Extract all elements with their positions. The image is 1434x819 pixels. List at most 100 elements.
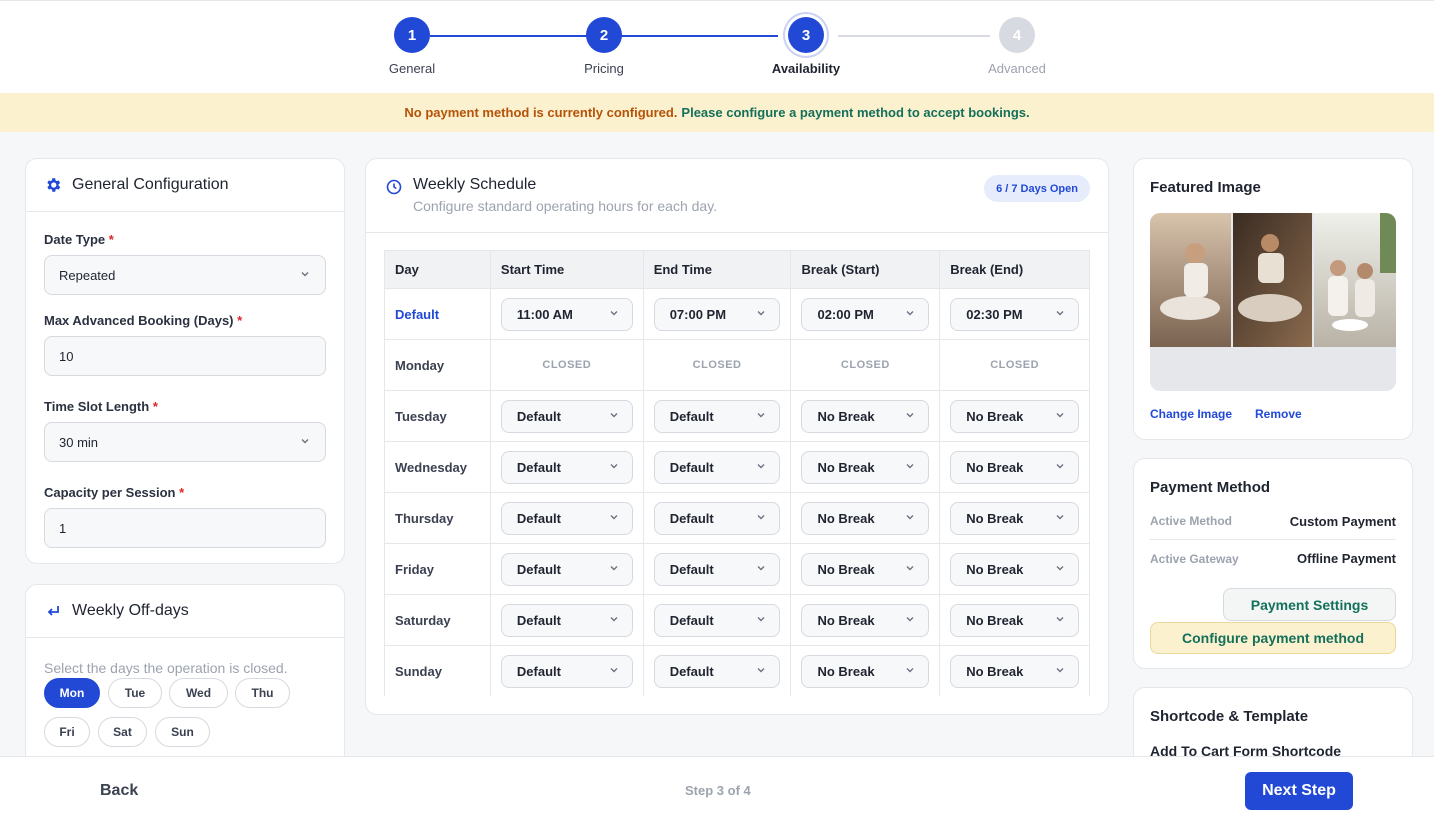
step-availability[interactable]: 3 Availability: [756, 17, 856, 76]
table-row: Saturday Default Default No Break No Bre…: [384, 594, 1090, 646]
step-general[interactable]: 1 General: [362, 17, 462, 76]
closed-label: CLOSED: [489, 339, 644, 391]
chevron-down-icon: [904, 409, 916, 424]
table-row: Default 11:00 AM 07:00 PM 02:00 PM 02:30…: [384, 288, 1090, 340]
payment-method-title: Payment Method: [1150, 479, 1271, 496]
max-booking-input[interactable]: 10: [44, 336, 326, 376]
chevron-down-icon: [755, 664, 767, 679]
break-end-select[interactable]: 02:30 PM: [950, 297, 1079, 331]
end-time-select[interactable]: Default: [653, 501, 781, 535]
step-number: 2: [586, 17, 622, 53]
end-time-select[interactable]: Default: [653, 603, 781, 637]
start-time-select[interactable]: Default: [500, 654, 633, 688]
step-advanced[interactable]: 4 Advanced: [967, 17, 1067, 76]
start-time-select[interactable]: Default: [500, 603, 633, 637]
remove-image-link[interactable]: Remove: [1255, 407, 1302, 421]
chevron-down-icon: [608, 409, 620, 424]
weekly-off-days-card: Weekly Off-days Select the days the oper…: [25, 584, 345, 784]
step-pricing[interactable]: 2 Pricing: [554, 17, 654, 76]
day-cell[interactable]: Default: [384, 288, 491, 340]
break-end-select[interactable]: No Break: [950, 552, 1079, 586]
closed-label: CLOSED: [790, 339, 941, 391]
day-cell: Thursday: [384, 492, 491, 544]
column-header: Start Time: [489, 250, 644, 289]
table-row: Tuesday Default Default No Break No Brea…: [384, 390, 1090, 442]
active-method-row: Active Method Custom Payment: [1150, 503, 1396, 540]
general-configuration-card: General Configuration Date Type * Repeat…: [25, 158, 345, 564]
next-step-button[interactable]: Next Step: [1245, 772, 1353, 810]
break-start-select[interactable]: No Break: [801, 552, 930, 586]
break-start-select[interactable]: No Break: [801, 501, 930, 535]
date-type-label: Date Type *: [44, 232, 114, 247]
day-chip-thu[interactable]: Thu: [235, 678, 290, 708]
table-row: Sunday Default Default No Break No Break: [384, 645, 1090, 696]
chevron-down-icon: [904, 664, 916, 679]
step-label: Availability: [771, 61, 841, 76]
day-cell: Sunday: [384, 645, 491, 696]
day-chip-mon[interactable]: Mon: [44, 678, 100, 708]
schedule-table: Day Start Time End Time Break (Start) Br…: [384, 250, 1090, 696]
break-end-select[interactable]: No Break: [950, 654, 1079, 688]
column-header: Break (End): [939, 250, 1090, 289]
start-time-select[interactable]: Default: [500, 552, 633, 586]
card-title: Weekly Off-days: [72, 602, 189, 619]
break-start-select[interactable]: No Break: [801, 603, 930, 637]
end-time-select[interactable]: Default: [653, 552, 781, 586]
day-chip-sun[interactable]: Sun: [155, 717, 210, 747]
change-image-link[interactable]: Change Image: [1150, 407, 1232, 421]
chevron-down-icon: [755, 307, 767, 322]
step-number: 3: [788, 17, 824, 53]
start-time-select[interactable]: 11:00 AM: [500, 297, 633, 331]
break-start-select[interactable]: No Break: [801, 399, 930, 433]
day-chip-fri[interactable]: Fri: [44, 717, 90, 747]
day-chip-tue[interactable]: Tue: [108, 678, 162, 708]
banner-hint-link[interactable]: Please configure a payment method to acc…: [681, 105, 1029, 120]
stepper: 1 General 2 Pricing 3 Availability 4 Adv…: [0, 0, 1434, 93]
chevron-down-icon: [608, 460, 620, 475]
chevron-down-icon: [299, 268, 311, 283]
chevron-down-icon: [1054, 409, 1066, 424]
chevron-down-icon: [608, 664, 620, 679]
table-row: Friday Default Default No Break No Break: [384, 543, 1090, 595]
end-time-select[interactable]: 07:00 PM: [653, 297, 781, 331]
day-chip-sat[interactable]: Sat: [98, 717, 147, 747]
break-end-select[interactable]: No Break: [950, 399, 1079, 433]
chevron-down-icon: [608, 307, 620, 322]
chevron-down-icon: [755, 562, 767, 577]
break-start-select[interactable]: No Break: [801, 450, 930, 484]
featured-image-frame: [1150, 213, 1396, 391]
column-header: End Time: [642, 250, 792, 289]
chevron-down-icon: [608, 511, 620, 526]
break-end-select[interactable]: No Break: [950, 501, 1079, 535]
start-time-select[interactable]: Default: [500, 450, 633, 484]
payment-settings-button[interactable]: Payment Settings: [1223, 588, 1396, 621]
break-start-select[interactable]: No Break: [801, 654, 930, 688]
break-end-select[interactable]: No Break: [950, 603, 1079, 637]
break-start-select[interactable]: 02:00 PM: [801, 297, 930, 331]
table-row: Thursday Default Default No Break No Bre…: [384, 492, 1090, 544]
step-number: 1: [394, 17, 430, 53]
chevron-down-icon: [1054, 460, 1066, 475]
day-chip-wed[interactable]: Wed: [169, 678, 228, 708]
end-time-select[interactable]: Default: [653, 450, 781, 484]
capacity-input[interactable]: 1: [44, 508, 326, 548]
capacity-label: Capacity per Session *: [44, 485, 185, 500]
start-time-select[interactable]: Default: [500, 399, 633, 433]
end-time-select[interactable]: Default: [653, 399, 781, 433]
chevron-down-icon: [608, 613, 620, 628]
day-cell: Saturday: [384, 594, 491, 646]
break-end-select[interactable]: No Break: [950, 450, 1079, 484]
back-button[interactable]: Back: [100, 782, 138, 800]
payment-method-card: Payment Method Active Method Custom Paym…: [1133, 458, 1413, 669]
date-type-select[interactable]: Repeated: [44, 255, 326, 295]
chevron-down-icon: [1054, 307, 1066, 322]
end-time-select[interactable]: Default: [653, 654, 781, 688]
chevron-down-icon: [1054, 664, 1066, 679]
chevron-down-icon: [904, 613, 916, 628]
slot-length-select[interactable]: 30 min: [44, 422, 326, 462]
table-header-row: Day Start Time End Time Break (Start) Br…: [384, 250, 1090, 289]
chevron-down-icon: [1054, 511, 1066, 526]
configure-payment-button[interactable]: Configure payment method: [1150, 622, 1396, 654]
featured-image-card: Featured Image Change Image Remove: [1133, 158, 1413, 440]
start-time-select[interactable]: Default: [500, 501, 633, 535]
